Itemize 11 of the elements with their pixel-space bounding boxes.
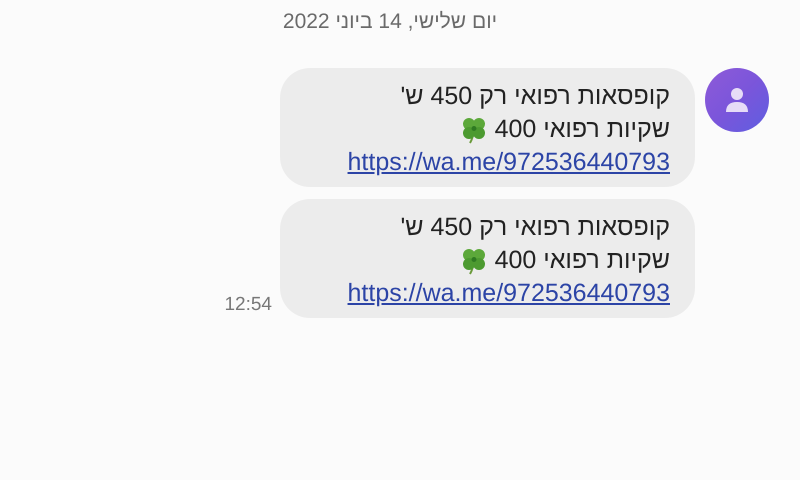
date-header: יום שלישי, 14 ביוני 2022 — [282, 10, 498, 34]
message-text: שקיות רפואי 400 — [494, 114, 670, 145]
person-icon — [725, 87, 749, 113]
clover-icon — [460, 246, 487, 274]
message-time: 12:54 — [224, 294, 272, 316]
message-text: שקיות רפואי 400 — [494, 245, 670, 276]
clover-icon — [460, 116, 487, 144]
message-link[interactable]: https://wa.me/972536440793 — [348, 146, 670, 179]
message-link[interactable]: https://wa.me/972536440793 — [348, 277, 670, 310]
message-text: קופסאות רפואי רק 450 ש' — [400, 81, 670, 112]
message-text: קופסאות רפואי רק 450 ש' — [400, 212, 670, 243]
